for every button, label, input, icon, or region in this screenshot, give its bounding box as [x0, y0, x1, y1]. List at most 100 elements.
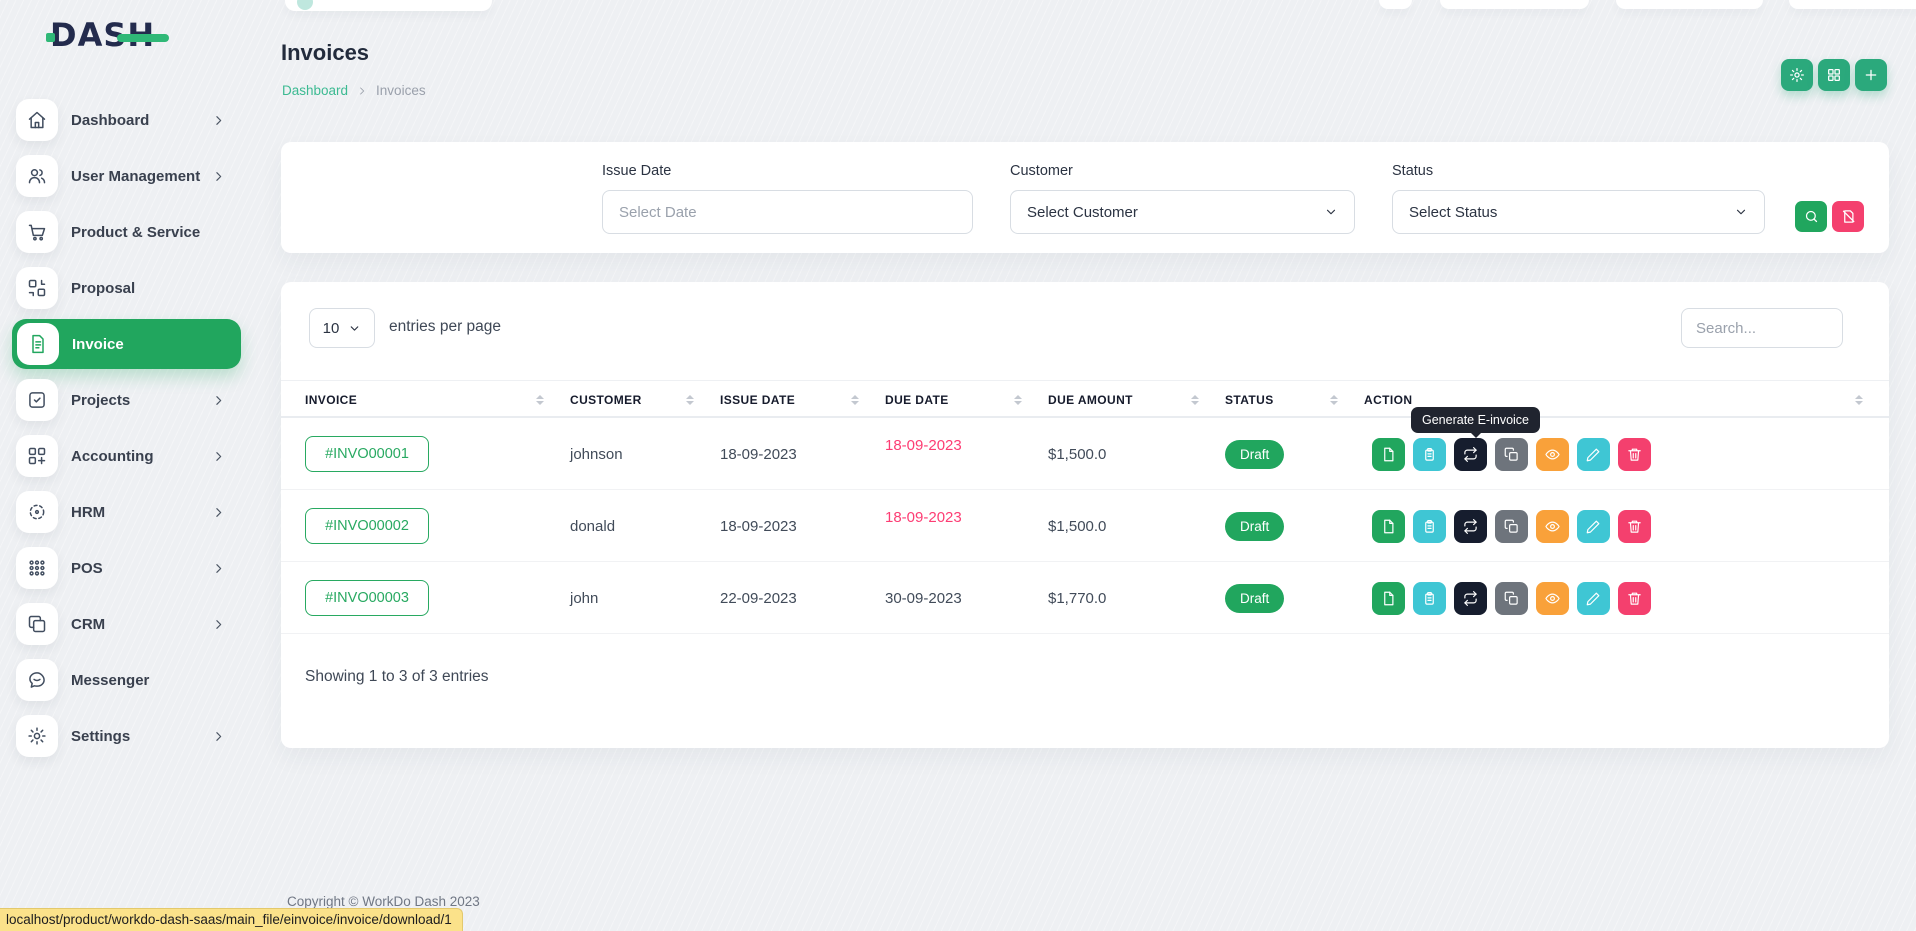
copy-link-button[interactable] [1413, 510, 1446, 543]
customer-select[interactable]: Select Customer [1010, 190, 1355, 234]
logo-accent-dash [117, 34, 169, 42]
search-icon [1804, 209, 1819, 224]
generate-einvoice-button[interactable] [1454, 510, 1487, 543]
sidebar-item-hrm[interactable]: HRM [0, 484, 255, 540]
edit-button[interactable] [1577, 438, 1610, 471]
sidebar-item-crm[interactable]: CRM [0, 596, 255, 652]
pencil-icon [1586, 519, 1601, 534]
grid-view-button[interactable] [1818, 59, 1850, 91]
column-header-customer[interactable]: CUSTOMER [570, 381, 720, 419]
trash-icon [1627, 447, 1642, 462]
invoice-file-button[interactable] [1372, 438, 1405, 471]
sort-icon[interactable] [536, 395, 544, 405]
status-select-value: Select Status [1409, 204, 1497, 221]
invoice-file-button[interactable] [1372, 582, 1405, 615]
file-slash-icon [1841, 209, 1856, 224]
page-size-suffix: entries per page [389, 318, 501, 336]
column-header-due-amount[interactable]: DUE AMOUNT [1048, 381, 1225, 419]
column-header-issue-date[interactable]: ISSUE DATE [720, 381, 885, 419]
sort-icon[interactable] [1855, 395, 1863, 405]
edit-button[interactable] [1577, 582, 1610, 615]
sidebar-item-dashboard[interactable]: Dashboard [0, 92, 255, 148]
apply-filter-button[interactable] [1795, 201, 1827, 232]
sidebar-item-label: POS [71, 560, 103, 577]
pencil-icon [1586, 591, 1601, 606]
sidebar-item-label: Projects [71, 392, 130, 409]
brand-logo[interactable]: DASH [50, 16, 155, 56]
duplicate-button[interactable] [1495, 510, 1528, 543]
sidebar-item-user-management[interactable]: User Management [0, 148, 255, 204]
invoice-file-icon [17, 323, 59, 365]
customer-label: Customer [1010, 163, 1355, 179]
status-select[interactable]: Select Status [1392, 190, 1765, 234]
invoice-number-badge[interactable]: #INVO00001 [305, 436, 429, 472]
column-header-status[interactable]: STATUS [1225, 381, 1364, 419]
grid-plus-icon [16, 435, 58, 477]
reset-filter-button[interactable] [1832, 201, 1864, 232]
page-size-select[interactable]: 10 [309, 308, 375, 348]
column-header-invoice[interactable]: INVOICE [305, 381, 570, 419]
view-button[interactable] [1536, 510, 1569, 543]
sidebar-item-label: Invoice [72, 336, 124, 353]
generate-einvoice-button[interactable] [1454, 582, 1487, 615]
sort-icon[interactable] [686, 395, 694, 405]
customer-cell: donald [570, 518, 720, 535]
chat-bubble-icon [16, 659, 58, 701]
table-search-input[interactable] [1681, 308, 1843, 348]
view-button[interactable] [1536, 438, 1569, 471]
copy-link-button[interactable] [1413, 438, 1446, 471]
sort-icon[interactable] [1191, 395, 1199, 405]
duplicate-button[interactable] [1495, 438, 1528, 471]
crm-windows-icon [16, 603, 58, 645]
sidebar-item-proposal[interactable]: Proposal [0, 260, 255, 316]
chevron-right-icon [212, 506, 225, 519]
due-date-cell: 18-09-2023 [885, 509, 1048, 526]
invoice-number-badge[interactable]: #INVO00002 [305, 508, 429, 544]
copy-icon [1504, 519, 1519, 534]
sort-icon[interactable] [1014, 395, 1022, 405]
sort-icon[interactable] [851, 395, 859, 405]
sidebar-item-label: Dashboard [71, 112, 149, 129]
invoice-file-button[interactable] [1372, 510, 1405, 543]
breadcrumb-chevron-icon [357, 86, 367, 96]
repeat-icon [1463, 591, 1478, 606]
edit-button[interactable] [1577, 510, 1610, 543]
page-title: Invoices [281, 40, 369, 66]
sidebar-item-messenger[interactable]: Messenger [0, 652, 255, 708]
issue-date-input[interactable] [602, 190, 973, 234]
sidebar-item-invoice[interactable]: Invoice [12, 319, 241, 369]
sidebar-item-product-service[interactable]: Product & Service [0, 204, 255, 260]
chevron-right-icon [212, 730, 225, 743]
top-fragment-card [1440, 0, 1589, 9]
row-actions [1364, 582, 1865, 615]
gear-icon [16, 715, 58, 757]
view-button[interactable] [1536, 582, 1569, 615]
invoice-number-badge[interactable]: #INVO00003 [305, 580, 429, 616]
chevron-right-icon [212, 450, 225, 463]
settings-button[interactable] [1781, 59, 1813, 91]
top-fragment-dot [297, 0, 313, 10]
chevron-right-icon [212, 114, 225, 127]
sort-icon[interactable] [1330, 395, 1338, 405]
issue-date-cell: 22-09-2023 [720, 590, 885, 607]
sidebar-item-settings[interactable]: Settings [0, 708, 255, 764]
issue-date-cell: 18-09-2023 [720, 446, 885, 463]
delete-button[interactable] [1618, 582, 1651, 615]
sidebar-item-label: Proposal [71, 280, 135, 297]
users-icon [16, 155, 58, 197]
top-fragment-card [1616, 0, 1763, 9]
breadcrumb-dashboard-link[interactable]: Dashboard [282, 83, 348, 98]
eye-icon [1545, 447, 1560, 462]
delete-button[interactable] [1618, 438, 1651, 471]
repeat-icon [1463, 519, 1478, 534]
sidebar-item-pos[interactable]: POS [0, 540, 255, 596]
duplicate-button[interactable] [1495, 582, 1528, 615]
sidebar-item-accounting[interactable]: Accounting [0, 428, 255, 484]
column-header-due-date[interactable]: DUE DATE [885, 381, 1048, 419]
generate-einvoice-button[interactable] [1454, 438, 1487, 471]
delete-button[interactable] [1618, 510, 1651, 543]
sidebar-item-projects[interactable]: Projects [0, 372, 255, 428]
copy-link-button[interactable] [1413, 582, 1446, 615]
dots-grid-icon [16, 547, 58, 589]
create-invoice-button[interactable] [1855, 59, 1887, 91]
